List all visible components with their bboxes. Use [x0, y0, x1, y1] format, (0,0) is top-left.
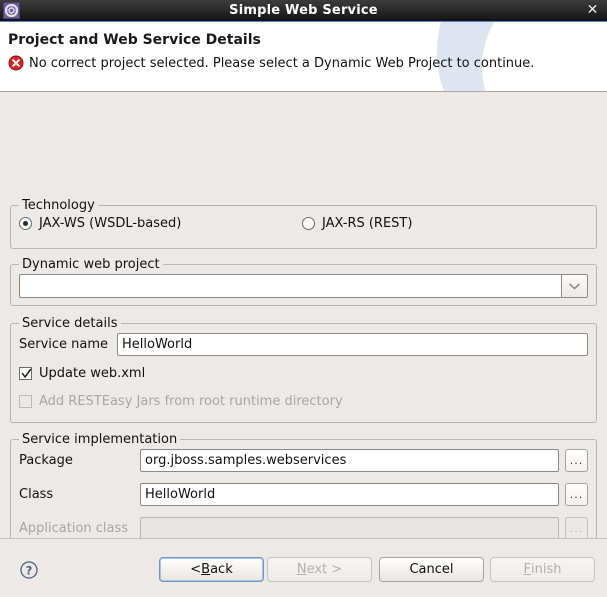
add-resteasy-jars-checkbox-indicator: [19, 395, 32, 408]
chevron-down-icon[interactable]: [561, 274, 588, 298]
service-implementation-group: Service implementation Package org.jboss…: [10, 439, 597, 554]
back-button-prefix: <: [190, 562, 201, 577]
dynamic-web-project-group: Dynamic web project: [10, 264, 597, 306]
error-icon: [8, 55, 24, 71]
class-browse-button[interactable]: ...: [565, 483, 588, 506]
close-icon[interactable]: ✕: [585, 3, 600, 18]
service-name-row: Service name HelloWorld: [19, 333, 588, 356]
next-button-suffix: ext >: [307, 562, 343, 577]
application-class-input: [140, 517, 559, 540]
wizard-header: Project and Web Service Details No corre…: [0, 22, 607, 92]
finish-button-suffix: inish: [531, 562, 561, 577]
update-webxml-label: Update web.xml: [39, 366, 145, 381]
cancel-button[interactable]: Cancel: [379, 557, 484, 582]
application-class-row: Application class ...: [19, 517, 588, 540]
radio-jax-rs-indicator[interactable]: [302, 217, 315, 230]
back-button-suffix: ack: [210, 562, 233, 577]
radio-jax-rs-label: JAX-RS (REST): [322, 216, 412, 231]
service-details-group: Service details Service name HelloWorld …: [10, 323, 597, 423]
service-implementation-group-label: Service implementation: [19, 432, 180, 447]
finish-button: Finish: [490, 557, 595, 582]
update-webxml-checkbox-indicator[interactable]: [19, 367, 32, 380]
class-input[interactable]: HelloWorld: [140, 483, 559, 506]
dynamic-web-project-combo[interactable]: [19, 274, 588, 298]
add-resteasy-jars-label: Add RESTEasy Jars from root runtime dire…: [39, 394, 343, 409]
gear-icon: [3, 2, 20, 19]
radio-jax-ws-label: JAX-WS (WSDL-based): [39, 216, 181, 231]
add-resteasy-jars-checkbox: Add RESTEasy Jars from root runtime dire…: [19, 394, 343, 409]
package-label: Package: [19, 453, 140, 468]
finish-button-mnemonic: F: [524, 562, 531, 577]
cancel-button-label: Cancel: [409, 562, 453, 577]
dynamic-web-project-group-label: Dynamic web project: [19, 257, 163, 272]
service-details-group-label: Service details: [19, 316, 121, 331]
package-browse-button[interactable]: ...: [565, 449, 588, 472]
back-button-mnemonic: B: [201, 562, 210, 577]
application-class-browse-button: ...: [565, 517, 588, 540]
radio-jax-rs[interactable]: JAX-RS (REST): [302, 216, 412, 231]
next-button-mnemonic: N: [297, 562, 307, 577]
next-button: Next >: [267, 557, 372, 582]
page-title: Project and Web Service Details: [8, 32, 261, 48]
update-webxml-checkbox[interactable]: Update web.xml: [19, 366, 145, 381]
radio-jax-ws-indicator[interactable]: [19, 217, 32, 230]
dynamic-web-project-value[interactable]: [19, 274, 561, 298]
svg-text:?: ?: [26, 563, 33, 577]
window-titlebar: Simple Web Service ✕: [0, 0, 607, 22]
wizard-button-bar: ? < Back Next > Cancel Finish: [0, 538, 607, 597]
technology-group: Technology JAX-WS (WSDL-based) JAX-RS (R…: [10, 205, 597, 249]
status-message-row: No correct project selected. Please sele…: [8, 55, 534, 71]
back-button[interactable]: < Back: [159, 557, 264, 582]
radio-jax-ws[interactable]: JAX-WS (WSDL-based): [19, 216, 181, 231]
service-name-label: Service name: [19, 337, 117, 352]
service-name-input[interactable]: HelloWorld: [117, 333, 588, 356]
window-title: Simple Web Service: [0, 0, 607, 21]
package-input[interactable]: org.jboss.samples.webservices: [140, 449, 559, 472]
wizard-content: Technology JAX-WS (WSDL-based) JAX-RS (R…: [0, 92, 607, 538]
status-message: No correct project selected. Please sele…: [29, 56, 534, 71]
application-class-label: Application class: [19, 521, 140, 536]
technology-group-label: Technology: [19, 198, 98, 213]
class-row: Class HelloWorld ...: [19, 483, 588, 506]
help-icon[interactable]: ?: [20, 561, 38, 579]
class-label: Class: [19, 487, 140, 502]
package-row: Package org.jboss.samples.webservices ..…: [19, 449, 588, 472]
